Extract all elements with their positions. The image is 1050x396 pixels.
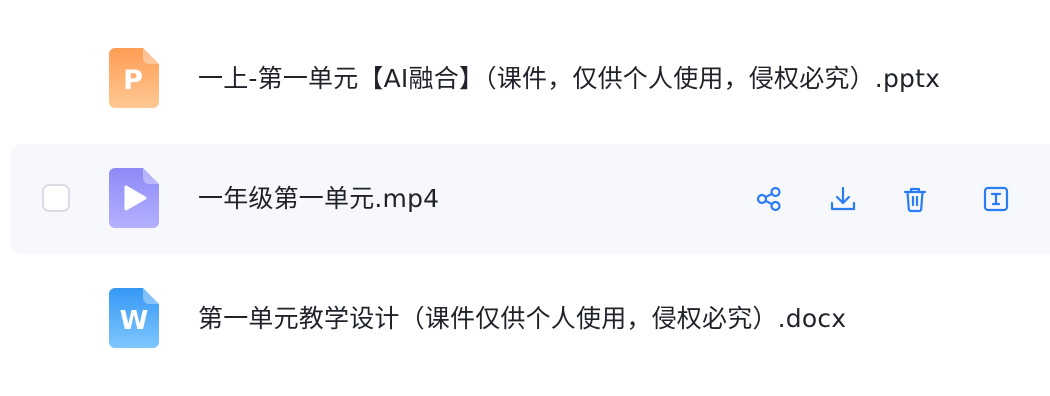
file-row[interactable]: P 一上-第一单元【AI融合】（课件，仅供个人使用，侵权必究）.pptx xyxy=(10,24,1050,134)
file-list: P 一上-第一单元【AI融合】（课件，仅供个人使用，侵权必究）.pptx 一年级… xyxy=(0,0,1050,396)
rename-icon[interactable] xyxy=(981,184,1011,214)
download-icon[interactable] xyxy=(828,184,858,214)
file-name[interactable]: 一年级第一单元.mp4 xyxy=(198,144,439,254)
file-name[interactable]: 一上-第一单元【AI融合】（课件，仅供个人使用，侵权必究）.pptx xyxy=(198,24,940,134)
select-checkbox[interactable] xyxy=(42,184,70,212)
pptx-file-icon: P xyxy=(109,48,159,108)
svg-text:P: P xyxy=(123,65,143,96)
share-icon[interactable] xyxy=(754,184,784,214)
file-name[interactable]: 第一单元教学设计（课件仅供个人使用，侵权必究）.docx xyxy=(198,264,846,374)
file-row[interactable]: W 第一单元教学设计（课件仅供个人使用，侵权必究）.docx xyxy=(10,264,1050,374)
docx-file-icon: W xyxy=(109,288,159,348)
svg-text:W: W xyxy=(120,306,149,336)
video-file-icon xyxy=(109,168,159,228)
delete-icon[interactable] xyxy=(900,184,930,214)
file-row-hovered[interactable]: 一年级第一单元.mp4 xyxy=(10,144,1050,254)
